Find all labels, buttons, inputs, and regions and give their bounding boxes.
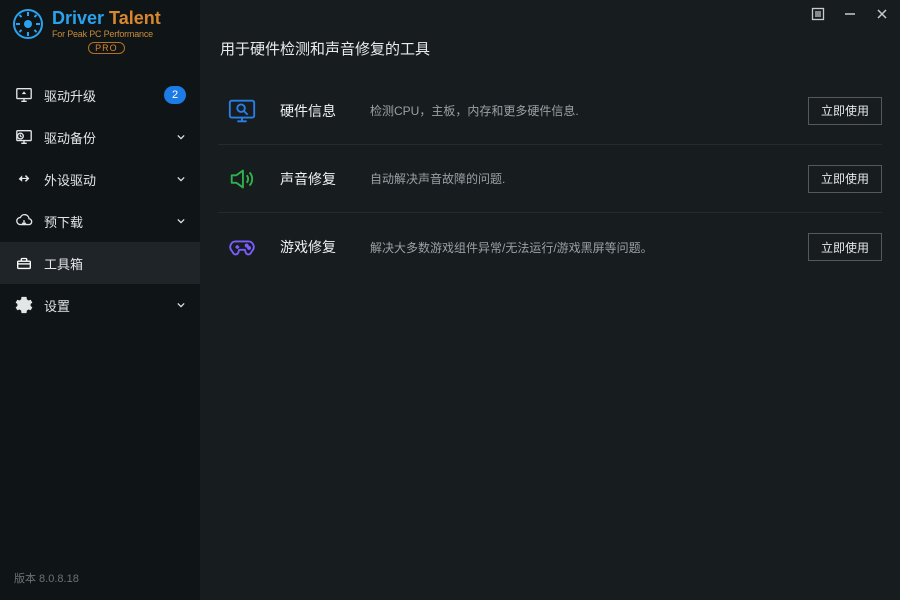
tool-row-game-repair: 游戏修复 解决大多数游戏组件异常/无法运行/游戏黑屏等问题。 立即使用 xyxy=(218,213,882,281)
logo: Driver Talent For Peak PC Performance PR… xyxy=(0,0,200,68)
tool-name: 硬件信息 xyxy=(280,101,370,121)
sidebar-item-peripheral-drivers[interactable]: 外设驱动 xyxy=(0,158,200,200)
gear-icon xyxy=(14,295,34,315)
cloud-download-icon xyxy=(14,211,34,231)
minimize-button[interactable] xyxy=(842,6,858,22)
logo-title: Driver Talent xyxy=(52,8,161,29)
sidebar-item-label: 预下载 xyxy=(44,212,168,231)
sidebar-item-driver-upgrade[interactable]: 驱动升级 2 xyxy=(0,74,200,116)
sidebar-item-label: 驱动备份 xyxy=(44,128,168,147)
monitor-search-icon xyxy=(224,93,260,129)
use-now-button[interactable]: 立即使用 xyxy=(808,233,882,261)
titlebar xyxy=(200,0,900,28)
nav: 驱动升级 2 驱动备份 xyxy=(0,74,200,326)
sidebar-item-predownload[interactable]: 预下载 xyxy=(0,200,200,242)
badge: 2 xyxy=(164,86,186,104)
monitor-up-icon xyxy=(14,85,34,105)
logo-text: Driver Talent For Peak PC Performance PR… xyxy=(52,8,161,54)
tool-desc: 解决大多数游戏组件异常/无法运行/游戏黑屏等问题。 xyxy=(370,239,808,256)
tool-desc: 检测CPU，主板，内存和更多硬件信息. xyxy=(370,102,808,119)
chevron-down-icon xyxy=(176,174,186,184)
tool-row-sound-repair: 声音修复 自动解决声音故障的问题. 立即使用 xyxy=(218,145,882,213)
page-title: 用于硬件检测和声音修复的工具 xyxy=(200,28,900,77)
clock-monitor-icon xyxy=(14,127,34,147)
close-button[interactable] xyxy=(874,6,890,22)
sidebar-item-toolbox[interactable]: 工具箱 xyxy=(0,242,200,284)
sidebar-item-settings[interactable]: 设置 xyxy=(0,284,200,326)
logo-gear-icon xyxy=(12,8,44,40)
menu-icon[interactable] xyxy=(810,6,826,22)
sidebar: Driver Talent For Peak PC Performance PR… xyxy=(0,0,200,600)
sidebar-item-label: 设置 xyxy=(44,296,168,315)
version-label: 版本 8.0.8.18 xyxy=(0,560,200,600)
sidebar-item-driver-backup[interactable]: 驱动备份 xyxy=(0,116,200,158)
chevron-down-icon xyxy=(176,132,186,142)
main-panel: 用于硬件检测和声音修复的工具 硬件信息 检测CPU，主板，内存和更多硬件信息. … xyxy=(200,0,900,600)
app-window: Driver Talent For Peak PC Performance PR… xyxy=(0,0,900,600)
use-now-button[interactable]: 立即使用 xyxy=(808,165,882,193)
toolbox-icon xyxy=(14,253,34,273)
sidebar-item-label: 外设驱动 xyxy=(44,170,168,189)
sidebar-item-label: 驱动升级 xyxy=(44,86,164,105)
usb-icon xyxy=(14,169,34,189)
tool-row-hardware-info: 硬件信息 检测CPU，主板，内存和更多硬件信息. 立即使用 xyxy=(218,77,882,145)
tool-name: 声音修复 xyxy=(280,169,370,189)
pro-badge: PRO xyxy=(88,42,125,54)
chevron-down-icon xyxy=(176,300,186,310)
logo-subtitle: For Peak PC Performance xyxy=(52,29,161,39)
sidebar-item-label: 工具箱 xyxy=(44,254,186,273)
chevron-down-icon xyxy=(176,216,186,226)
speaker-icon xyxy=(224,161,260,197)
use-now-button[interactable]: 立即使用 xyxy=(808,97,882,125)
gamepad-icon xyxy=(224,229,260,265)
tool-desc: 自动解决声音故障的问题. xyxy=(370,170,808,187)
tool-name: 游戏修复 xyxy=(280,237,370,257)
